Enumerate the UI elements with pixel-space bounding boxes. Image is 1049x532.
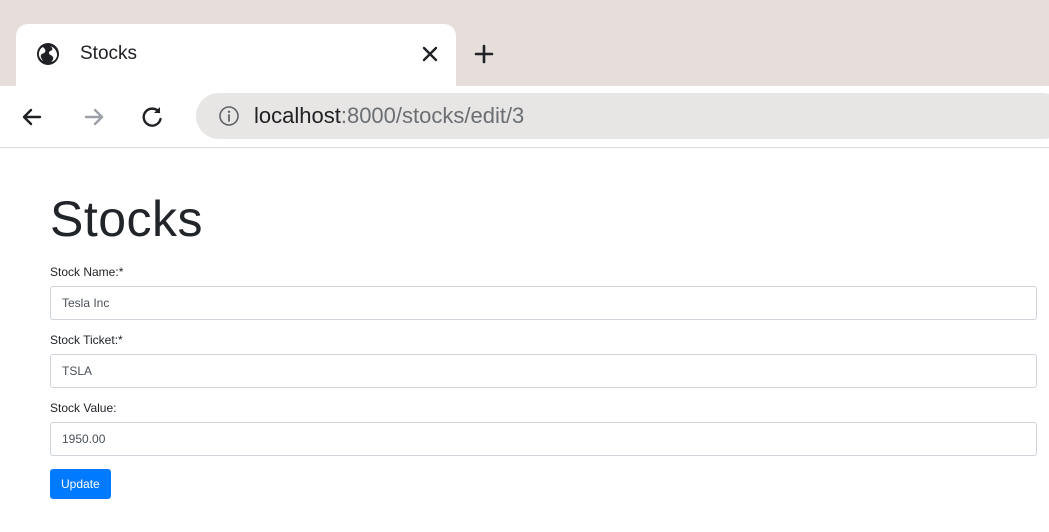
- stock-name-label: Stock Name:*: [50, 265, 124, 279]
- stock-name-group: Stock Name:*: [50, 264, 1038, 320]
- stock-ticket-input[interactable]: [50, 354, 1037, 388]
- url-path: :8000/stocks/edit/3: [340, 103, 525, 128]
- arrow-right-icon[interactable]: [80, 103, 108, 131]
- stock-value-group: Stock Value:: [50, 400, 1038, 456]
- browser-tab[interactable]: Stocks: [16, 24, 456, 86]
- stock-value-label: Stock Value:: [50, 401, 117, 415]
- plus-icon[interactable]: [472, 42, 496, 66]
- page-content: Stocks Stock Name:* Stock Ticket:* Stock…: [50, 190, 1038, 499]
- stock-form: Stock Name:* Stock Ticket:* Stock Value:…: [50, 264, 1038, 499]
- browser-toolbar: localhost:8000/stocks/edit/3: [0, 86, 1049, 148]
- update-button[interactable]: Update: [50, 469, 111, 499]
- browser-tabstrip: Stocks: [0, 0, 1049, 86]
- stock-name-input[interactable]: [50, 286, 1037, 320]
- stock-value-input[interactable]: [50, 422, 1037, 456]
- address-bar[interactable]: localhost:8000/stocks/edit/3: [196, 93, 1049, 139]
- info-icon[interactable]: [218, 105, 240, 127]
- reload-icon[interactable]: [138, 103, 166, 131]
- stock-ticket-group: Stock Ticket:*: [50, 332, 1038, 388]
- page-title: Stocks: [50, 191, 204, 247]
- globe-icon: [37, 43, 59, 65]
- url-host: localhost: [254, 103, 341, 128]
- tab-title: Stocks: [80, 43, 138, 64]
- stock-ticket-label: Stock Ticket:*: [50, 333, 123, 347]
- close-icon[interactable]: [418, 42, 442, 66]
- address-url[interactable]: localhost:8000/stocks/edit/3: [254, 104, 524, 128]
- arrow-left-icon[interactable]: [18, 103, 46, 131]
